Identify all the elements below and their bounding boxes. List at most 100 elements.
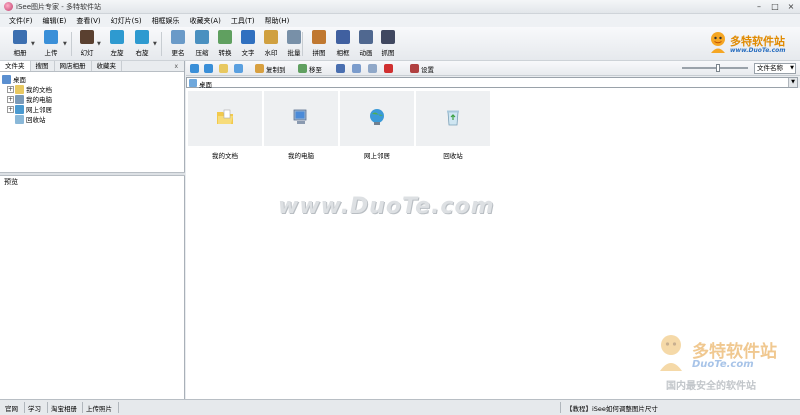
slideshow-icon xyxy=(80,30,94,44)
frame-button[interactable]: 相框 xyxy=(332,30,354,57)
forward-button[interactable] xyxy=(204,63,215,74)
tree-expander-icon[interactable]: + xyxy=(7,105,14,113)
rename-button[interactable]: 更名 xyxy=(167,30,189,57)
capture-button[interactable]: 抓图 xyxy=(377,30,399,57)
thumbnail-name: 回收站 xyxy=(443,152,463,160)
copy-icon xyxy=(255,64,264,73)
animation-label: 动画 xyxy=(359,49,373,57)
dropdown-arrow-icon[interactable]: ▼ xyxy=(97,41,101,47)
mascot-icon xyxy=(711,32,725,53)
panel-splitter[interactable] xyxy=(0,172,185,176)
tree-item[interactable]: 回收站 xyxy=(2,114,184,124)
sort-value: 文件名称 xyxy=(757,64,783,72)
status-link-upload-photo[interactable]: 上传照片 xyxy=(86,403,112,413)
tree-item[interactable]: + 我的文档 xyxy=(2,84,184,94)
folder-tree: 桌面 + 我的文档 + 我的电脑 + 网上邻居 回收站 xyxy=(0,72,184,124)
menu-help[interactable]: 帮助(H) xyxy=(260,16,295,26)
minimize-button[interactable]: – xyxy=(752,1,766,12)
tab-favorites[interactable]: 收藏夹 xyxy=(92,61,122,71)
menu-view[interactable]: 查看(V) xyxy=(71,16,105,26)
thumbnail-name: 我的电脑 xyxy=(288,152,314,160)
main-toolbar: 相册 上传 幻灯 左旋 右旋 更名 压缩 转换 文字 水印 批量 拼图 相框 动画 抓图 ▼ ▼ ▼ ▼ xyxy=(0,27,800,61)
tree-item[interactable]: + 网上邻居 xyxy=(2,104,184,114)
watermark-logo-domain: DuoTe.com xyxy=(692,359,754,370)
menu-tools[interactable]: 工具(T) xyxy=(226,16,260,26)
menu-file[interactable]: 文件(F) xyxy=(4,16,38,26)
status-link-official[interactable]: 官网 xyxy=(5,403,18,413)
tree-expander-icon[interactable]: + xyxy=(7,95,14,103)
thumbnail-item[interactable]: 我的文档 xyxy=(188,91,262,160)
text-button[interactable]: 文字 xyxy=(237,30,259,57)
upload-label: 上传 xyxy=(44,49,58,57)
tree-expander-icon[interactable]: + xyxy=(7,85,14,93)
thumbnail-item[interactable]: 网上邻居 xyxy=(340,91,414,160)
settings-button[interactable]: 设置 xyxy=(410,63,434,74)
slider-thumb[interactable] xyxy=(716,64,720,72)
copy-button[interactable] xyxy=(352,63,363,74)
status-tip-link[interactable]: 【教程】iSee如何调整图片尺寸 xyxy=(566,403,658,413)
maximize-button[interactable]: □ xyxy=(768,1,782,12)
menu-frame-fun[interactable]: 相框娱乐 xyxy=(147,16,185,26)
dropdown-arrow-icon[interactable]: ▼ xyxy=(153,41,157,47)
up-folder-button[interactable] xyxy=(219,63,230,74)
close-panel-icon[interactable]: x xyxy=(174,61,178,72)
tree-item-label: 网上邻居 xyxy=(26,106,52,114)
tree-item[interactable]: 桌面 xyxy=(2,74,184,84)
path-dropdown-icon[interactable]: ▼ xyxy=(788,78,797,87)
dropdown-arrow-icon[interactable]: ▼ xyxy=(63,41,67,47)
tree-folder-icon xyxy=(15,94,24,104)
upload-button[interactable]: 上传 xyxy=(40,30,62,57)
menu-favorites[interactable]: 收藏夹(A) xyxy=(185,16,226,26)
tree-folder-icon xyxy=(2,74,11,84)
tab-shop-album[interactable]: 网店相册 xyxy=(55,61,92,71)
window-controls: – □ × xyxy=(752,1,798,12)
thumbnail-item[interactable]: 回收站 xyxy=(416,91,490,160)
thumbnail-name: 网上邻居 xyxy=(364,152,390,160)
paste-button[interactable] xyxy=(368,63,379,74)
thumbnail-box[interactable] xyxy=(188,91,262,146)
thumbnail-size-slider[interactable] xyxy=(682,64,748,72)
move-to-button[interactable]: 移至 xyxy=(298,63,322,74)
menu-slideshow[interactable]: 幻灯片(S) xyxy=(106,16,147,26)
tree-expander-icon[interactable] xyxy=(7,116,14,123)
rotate-left-button[interactable]: 左旋 xyxy=(106,30,128,57)
thumbnail-box[interactable] xyxy=(264,91,338,146)
status-link-taobao-album[interactable]: 淘宝相册 xyxy=(51,403,77,413)
copy-to-button[interactable]: 复制到 xyxy=(255,63,286,74)
brand-logo: 多特软件站 www.DuoTe.com xyxy=(708,31,794,57)
status-link-learn[interactable]: 学习 xyxy=(28,403,41,413)
rotate-right-icon xyxy=(135,30,149,44)
watermark-icon xyxy=(264,30,278,44)
convert-button[interactable]: 转换 xyxy=(214,30,236,57)
close-button[interactable]: × xyxy=(784,1,798,12)
batch-icon xyxy=(287,30,301,44)
network-icon xyxy=(368,108,386,128)
thumbnail-box[interactable] xyxy=(416,91,490,146)
menu-edit[interactable]: 编辑(E) xyxy=(38,16,72,26)
tab-folders[interactable]: 文件夹 xyxy=(0,61,31,71)
thumbnail-item[interactable]: 我的电脑 xyxy=(264,91,338,160)
slideshow-label: 幻灯 xyxy=(80,49,94,57)
menu-bar: 文件(F) 编辑(E) 查看(V) 幻灯片(S) 相框娱乐 收藏夹(A) 工具(… xyxy=(0,14,800,27)
refresh-button[interactable] xyxy=(234,63,245,74)
animation-button[interactable]: 动画 xyxy=(355,30,377,57)
delete-button[interactable] xyxy=(384,63,395,74)
tree-item[interactable]: + 我的电脑 xyxy=(2,94,184,104)
slideshow-button[interactable]: 幻灯 xyxy=(76,30,98,57)
rotate-left-icon xyxy=(110,30,124,44)
watermark-button[interactable]: 水印 xyxy=(260,30,282,57)
move-icon xyxy=(298,64,307,73)
path-bar[interactable]: 桌面 ▼ xyxy=(186,77,798,89)
rotate-right-button[interactable]: 右旋 xyxy=(131,30,153,57)
app-icon xyxy=(4,2,13,11)
tab-search-images[interactable]: 搜图 xyxy=(31,61,55,71)
back-button[interactable] xyxy=(190,63,201,74)
dropdown-arrow-icon[interactable]: ▼ xyxy=(31,41,35,47)
thumbnail-box[interactable] xyxy=(340,91,414,146)
collage-button[interactable]: 拼图 xyxy=(308,30,330,57)
watermark-label: 水印 xyxy=(264,49,278,57)
compress-button[interactable]: 压缩 xyxy=(191,30,213,57)
cut-button[interactable] xyxy=(336,63,347,74)
sort-select[interactable]: 文件名称 ▼ xyxy=(754,63,796,74)
album-button[interactable]: 相册 xyxy=(9,30,31,57)
